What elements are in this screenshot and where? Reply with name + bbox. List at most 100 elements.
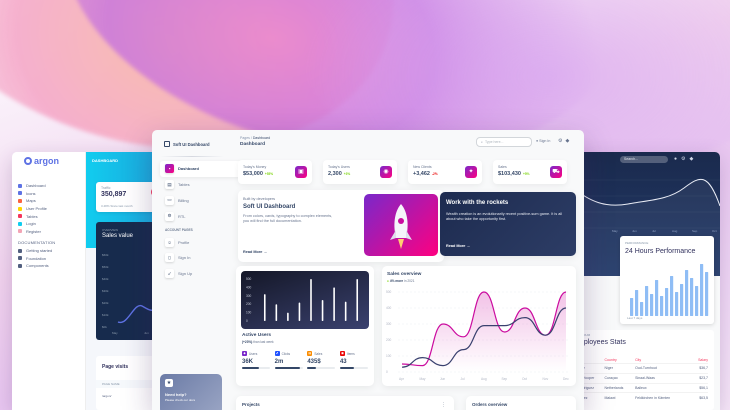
stat-value: $53,000 bbox=[243, 171, 263, 177]
docs-nav-label: Components bbox=[26, 263, 49, 269]
argon-nav-item[interactable]: Login bbox=[18, 220, 84, 228]
employee-row[interactable]: LopezMalawiFeldkirchen in Kärnten$63,5 bbox=[578, 392, 708, 403]
more-options-icon[interactable]: ⋮ bbox=[441, 402, 446, 408]
sales-y-tick: $0k bbox=[102, 325, 107, 329]
docs-nav-item[interactable]: Getting started bbox=[18, 247, 84, 255]
stat-change: +5% bbox=[522, 172, 530, 176]
brand-logo-icon bbox=[164, 141, 170, 147]
au-stat-users: ◆ Users 36K bbox=[242, 351, 270, 369]
au-stat-value: 36K bbox=[242, 359, 254, 365]
built-read-more-link[interactable]: Read More → bbox=[243, 250, 267, 254]
performance-bar bbox=[665, 288, 669, 316]
sales-x-tick: May bbox=[112, 331, 118, 335]
au-stat-label: Items bbox=[346, 351, 355, 356]
docs-icon bbox=[18, 256, 22, 261]
breadcrumb: Pages / Dashboard bbox=[240, 136, 270, 140]
performance-bar bbox=[650, 294, 654, 316]
argon-nav-label: Login bbox=[26, 221, 36, 227]
stat-change: +3% bbox=[343, 172, 351, 176]
stat-card: Today's Money $53,000 +55% ▣ bbox=[238, 160, 312, 184]
argon-nav-label: Tables bbox=[26, 213, 38, 219]
nav-dot-icon bbox=[18, 206, 22, 211]
argon-nav-item[interactable]: Register bbox=[18, 228, 84, 236]
argon-nav-item[interactable]: Icons bbox=[18, 190, 84, 198]
stat-card: Today's Users 2,300 +3% ◉ bbox=[323, 160, 397, 184]
bell-icon[interactable]: ◆ bbox=[565, 138, 572, 144]
stat-label: Sales bbox=[498, 165, 507, 169]
sidebar-item-label: Profile bbox=[178, 239, 190, 245]
au-y-tick: 300 bbox=[246, 294, 252, 298]
sidebar-item-label: Sign In bbox=[178, 255, 191, 261]
sidebar-divider bbox=[160, 156, 224, 157]
traffic-label: Traffic bbox=[101, 186, 111, 190]
argon-nav-item[interactable]: Tables bbox=[18, 212, 84, 220]
docs-nav-label: Getting started bbox=[26, 248, 53, 254]
argon-nav-item[interactable]: Dashboard bbox=[18, 182, 84, 190]
argon-logo[interactable]: argon bbox=[24, 156, 59, 166]
stat-label: Today's Users bbox=[328, 165, 350, 169]
search-input[interactable]: ⌕ Type here... bbox=[476, 137, 532, 147]
spaceship-icon: ➶ bbox=[165, 269, 174, 279]
so-x-tick: Dec bbox=[563, 377, 569, 381]
stat-change: -2% bbox=[431, 172, 438, 176]
work-with-rockets-card: Work with the rockets Wealth creation is… bbox=[440, 192, 576, 256]
docs-icon bbox=[18, 248, 22, 253]
breadcrumb-current: Dashboard bbox=[252, 136, 271, 140]
stat-value: +3,462 bbox=[413, 171, 430, 177]
money-icon: ▣ bbox=[295, 166, 307, 178]
sales-y-tick: $20k bbox=[102, 301, 109, 305]
performance-bar bbox=[645, 286, 649, 316]
so-y-tick: 300 bbox=[386, 322, 392, 326]
performance-bar bbox=[695, 286, 699, 316]
month-tick: Sep bbox=[692, 229, 698, 233]
page-title: Dashboard bbox=[240, 142, 266, 147]
projects-title: Projects bbox=[242, 402, 260, 407]
docs-nav-item[interactable]: Foundation bbox=[18, 254, 84, 262]
performance-bar bbox=[670, 276, 674, 316]
au-stat-clicks: ⬈ Clicks 2m bbox=[274, 351, 303, 369]
projects-card: Projects ⋮ bbox=[236, 396, 454, 410]
month-tick: Aug bbox=[672, 229, 678, 233]
au-bar bbox=[356, 279, 359, 321]
items-icon: ◼ bbox=[339, 351, 345, 356]
employee-row[interactable]: Rodriguez Netherlands Baileux $56,1 bbox=[578, 382, 708, 393]
au-stat-progress-fill bbox=[339, 367, 354, 369]
active-users-subtitle: (+23%) than last week bbox=[242, 340, 274, 344]
cart-icon: ⛟ bbox=[550, 166, 562, 178]
sign-in-link[interactable]: ● Sign In bbox=[536, 139, 550, 143]
au-stat-header: ◼ Items bbox=[339, 351, 368, 356]
docs-icon bbox=[18, 263, 22, 268]
argon-nav-item[interactable]: Maps bbox=[18, 197, 84, 205]
stat-value-line: $103,430 +5% bbox=[498, 171, 529, 177]
help-title: Need help? bbox=[165, 392, 187, 397]
sales-overview-line-chart: 500 400 300 200 100 0 Apr May Jun Jul Aug Sep Oct Nov… bbox=[386, 290, 570, 381]
employee-row[interactable]: ue Hooper Curaçao Sinaai-Waas $23,7 bbox=[578, 372, 708, 384]
stat-card: Sales $103,430 +5% ⛟ bbox=[493, 160, 567, 184]
active-users-stats: ◆ Users 36K ⬈ Clicks 2m ▤ Sales 435$ ◼ Items 43 bbox=[242, 351, 368, 369]
employee-salary: $63,5 bbox=[691, 392, 708, 403]
sidebar-item-label: Tables bbox=[178, 182, 190, 188]
performance-card: PERFORMANCE 24 Hours Performance Last 7 … bbox=[620, 236, 714, 324]
sales-y-tick: $40k bbox=[102, 277, 109, 281]
breadcrumb-root[interactable]: Pages bbox=[240, 136, 250, 140]
employee-row[interactable]: RiceNigerOud-Turnhout$36,7 bbox=[578, 363, 708, 374]
brand[interactable]: Soft UI Dashboard bbox=[164, 141, 210, 147]
so-x-tick: Oct bbox=[522, 377, 527, 381]
active-users-bar-chart: 500 400 300 200 100 0 bbox=[246, 277, 359, 323]
au-bar bbox=[275, 304, 278, 321]
au-bar bbox=[333, 287, 335, 321]
docs-nav-item[interactable]: Components bbox=[18, 262, 84, 270]
au-stat-sales: ▤ Sales 435$ bbox=[307, 351, 336, 369]
so-y-tick: 500 bbox=[386, 290, 392, 294]
sales-y-tick: $50k bbox=[102, 265, 109, 269]
work-read-more-link[interactable]: Read More → bbox=[446, 244, 470, 248]
argon-page-title: DASHBOARD bbox=[92, 158, 118, 163]
employee-city: Feldkirchen in Kärnten bbox=[635, 392, 692, 403]
performance-bar bbox=[690, 278, 694, 316]
au-stat-progress bbox=[307, 367, 336, 369]
au-y-tick: 200 bbox=[246, 302, 252, 306]
argon-nav-item[interactable]: User Profile bbox=[18, 205, 84, 213]
employee-city: Oud-Turnhout bbox=[635, 363, 692, 374]
so-series-area bbox=[402, 292, 566, 372]
clicks-icon: ⬈ bbox=[274, 351, 280, 356]
